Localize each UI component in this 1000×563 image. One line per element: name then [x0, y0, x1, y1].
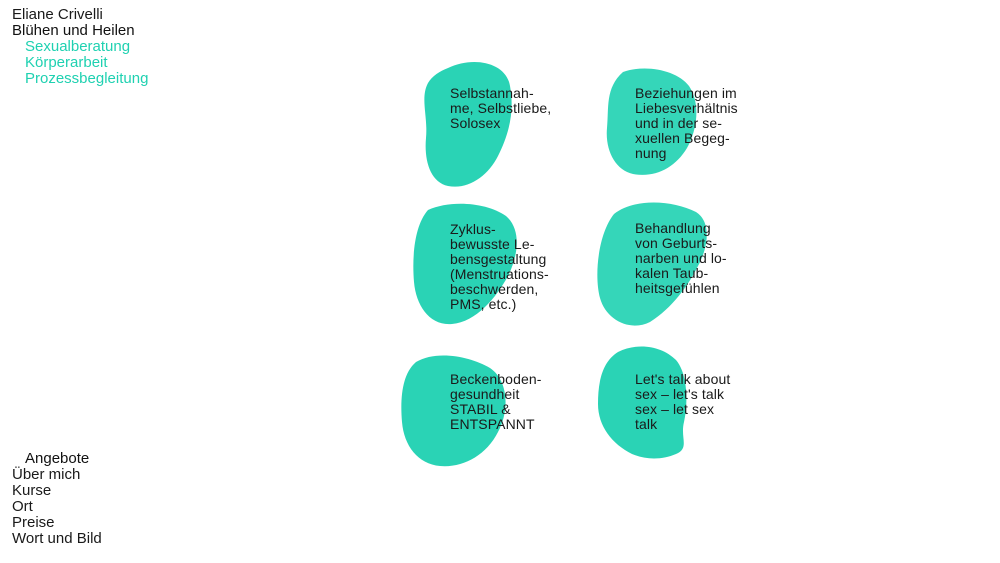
nav-ort[interactable]: Ort: [12, 499, 102, 515]
offer-label: Let's talk about sex – let's talk sex – …: [635, 371, 731, 432]
nav-ueber-mich[interactable]: Über mich: [12, 467, 102, 483]
offer-label: Behandlung von Geburts- narben und lo- k…: [635, 220, 727, 296]
nav-kurse[interactable]: Kurse: [12, 483, 102, 499]
site-owner-link[interactable]: Eliane Crivelli: [12, 7, 148, 23]
offer-label: Zyklus- bewusste Le- bensgestaltung (Men…: [450, 221, 549, 312]
subnav-koerperarbeit[interactable]: Körperarbeit: [12, 55, 148, 71]
site-header-nav: Eliane Crivelli Blühen und Heilen Sexual…: [12, 7, 148, 87]
offer-card-beziehungen[interactable]: Beziehungen im Liebesverhältnis und in d…: [603, 66, 763, 206]
offer-card-beckenboden[interactable]: Beckenboden- gesundheit STABIL & ENTSPAN…: [400, 352, 560, 492]
nav-wort-und-bild[interactable]: Wort und Bild: [12, 531, 102, 547]
offer-card-zyklus[interactable]: Zyklus- bewusste Le- bensgestaltung (Men…: [410, 202, 570, 342]
nav-angebote[interactable]: Angebote: [12, 451, 102, 467]
offer-card-behandlung[interactable]: Behandlung von Geburts- narben und lo- k…: [594, 200, 754, 340]
offer-label: Beckenboden- gesundheit STABIL & ENTSPAN…: [450, 371, 542, 432]
main-nav: Angebote Über mich Kurse Ort Preise Wort…: [12, 451, 102, 547]
offer-card-selbstliebe[interactable]: Selbstannah- me, Selbstliebe, Solosex: [418, 58, 578, 198]
subnav-prozessbegleitung[interactable]: Prozessbegleitung: [12, 71, 148, 87]
section-title-link[interactable]: Blühen und Heilen: [12, 23, 148, 39]
offer-label: Selbstannah- me, Selbstliebe, Solosex: [450, 85, 552, 131]
offer-label: Beziehungen im Liebesverhältnis und in d…: [635, 85, 738, 161]
nav-preise[interactable]: Preise: [12, 515, 102, 531]
subnav-sexualberatung[interactable]: Sexualberatung: [12, 39, 148, 55]
offer-card-lets-talk[interactable]: Let's talk about sex – let's talk sex – …: [596, 344, 756, 484]
